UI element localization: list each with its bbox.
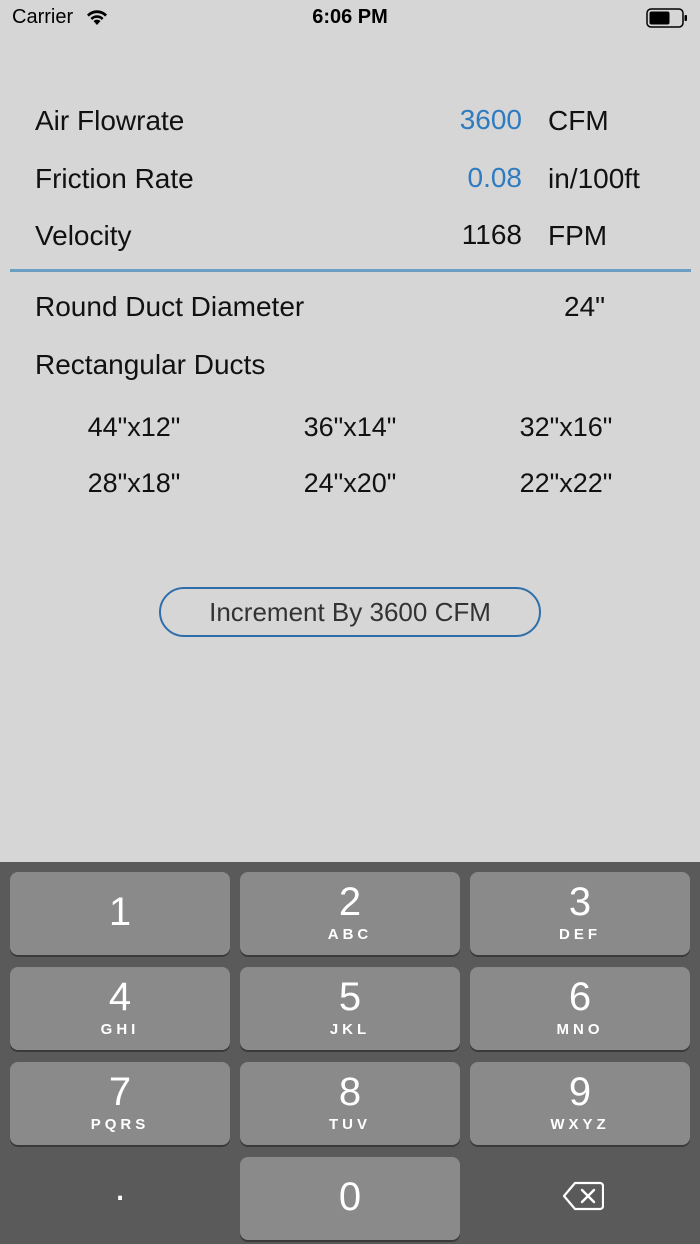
air-flowrate-input[interactable]: 3600 (460, 104, 522, 136)
key-0[interactable]: 0 (240, 1157, 460, 1240)
round-duct-diameter-value: 24" (564, 291, 606, 322)
key-digit: 8 (338, 1070, 362, 1114)
key-decimal-label: . (114, 1165, 126, 1209)
round-duct-diameter-label: Round Duct Diameter (35, 291, 305, 322)
key-3[interactable]: 3 DEF (470, 872, 690, 955)
air-flowrate-unit: CFM (548, 105, 609, 136)
key-letters: MNO (556, 1021, 604, 1038)
key-decimal[interactable]: . (10, 1157, 230, 1240)
key-letters: ABC (327, 926, 373, 943)
key-digit: 4 (108, 975, 132, 1019)
section-divider (10, 269, 691, 272)
air-flowrate-label: Air Flowrate (35, 105, 185, 136)
key-letters: PQRS (90, 1116, 150, 1133)
rect-duct-size: 36"x14" (303, 412, 397, 442)
status-bar: Carrier 6:06 PM (0, 0, 700, 36)
rect-duct-size: 24"x20" (303, 468, 397, 498)
key-letters: TUV (329, 1116, 371, 1133)
key-digit: 7 (108, 1070, 132, 1114)
key-5[interactable]: 5 JKL (240, 967, 460, 1050)
friction-rate-label: Friction Rate (35, 163, 194, 194)
rectangular-ducts-label: Rectangular Ducts (35, 349, 266, 380)
key-digit: 6 (568, 975, 592, 1019)
rect-duct-size: 22"x22" (519, 468, 613, 498)
key-letters: JKL (329, 1021, 371, 1038)
key-digit: 3 (568, 880, 592, 924)
key-7[interactable]: 7 PQRS (10, 1062, 230, 1145)
rect-duct-size: 32"x16" (519, 412, 613, 442)
key-1[interactable]: 1 (10, 872, 230, 955)
velocity-unit: FPM (548, 220, 608, 251)
key-letters: DEF (559, 926, 601, 943)
key-6[interactable]: 6 MNO (470, 967, 690, 1050)
key-digit: 1 (108, 890, 132, 934)
velocity-value: 1168 (461, 219, 522, 250)
rect-duct-size: 28"x18" (87, 468, 181, 498)
clock: 6:06 PM (312, 6, 388, 28)
key-digit: 9 (568, 1070, 592, 1114)
key-digit: 5 (338, 975, 362, 1019)
friction-rate-unit: in/100ft (548, 163, 640, 194)
key-2[interactable]: 2 ABC (240, 872, 460, 955)
backspace-icon (562, 1181, 604, 1211)
key-9[interactable]: 9 WXYZ (470, 1062, 690, 1145)
key-8[interactable]: 8 TUV (240, 1062, 460, 1145)
increment-button[interactable]: Increment By 3600 CFM (159, 587, 541, 637)
key-backspace[interactable] (470, 1157, 690, 1240)
screen: Carrier 6:06 PM Air Flowrate 3600 CFM Fr… (0, 0, 700, 1244)
rect-duct-size: 44"x12" (87, 412, 181, 442)
battery-icon (646, 8, 687, 28)
key-digit: 0 (338, 1175, 362, 1219)
velocity-label: Velocity (35, 220, 132, 251)
numeric-keypad: 1 2 ABC 3 DEF 4 GHI 5 JKL 6 MNO 7 PQRS 8 (0, 862, 700, 1244)
key-letters: GHI (100, 1021, 140, 1038)
key-4[interactable]: 4 GHI (10, 967, 230, 1050)
key-digit: 2 (338, 880, 362, 924)
friction-rate-input[interactable]: 0.08 (468, 162, 523, 194)
key-letters: WXYZ (550, 1116, 610, 1133)
